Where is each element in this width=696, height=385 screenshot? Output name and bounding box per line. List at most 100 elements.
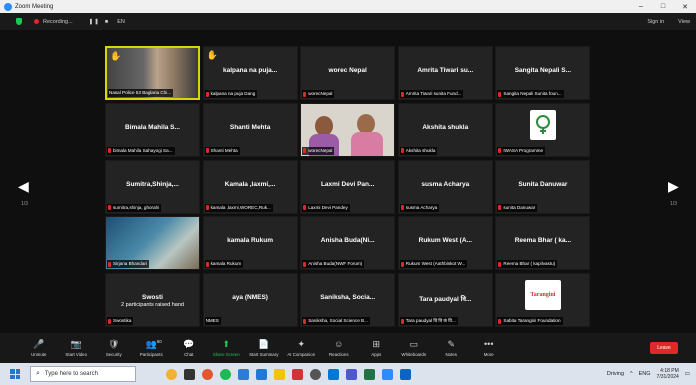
participant-tile[interactable]: Kamala ,laxmi,... kamala ,laxmi,WOREC,Ruk…	[202, 159, 298, 214]
participant-tile[interactable]: aya (NMES) NMES	[202, 273, 298, 328]
participant-tile[interactable]: ✋ Nasal Police 53 Baglaria Chi...	[105, 46, 200, 100]
muted-mic-icon	[498, 148, 502, 154]
chat-button[interactable]: 💬 Chat	[170, 338, 208, 358]
previous-page-icon[interactable]: ◀	[18, 178, 29, 195]
excel-app-icon[interactable]	[364, 368, 375, 380]
apps-button[interactable]: ⊞ Apps	[358, 339, 396, 358]
pause-recording-button[interactable]: ❚❚	[89, 19, 100, 25]
language-button[interactable]: EN	[117, 19, 125, 25]
clock[interactable]: 4:18 PM 7/31/2024	[657, 368, 679, 380]
participant-tile[interactable]: kamala Rukum kamala Rukum	[202, 216, 298, 271]
clock-date: 7/31/2024	[656, 374, 679, 380]
record-dot-icon	[34, 19, 39, 24]
participant-tile[interactable]: Sunita Danuwar sunita Danuwar	[495, 159, 591, 214]
windows-taskbar: ⌕ Type here to search Driving ^ ENG 4:18…	[0, 363, 696, 385]
language-indicator[interactable]: ENG	[639, 371, 651, 377]
share-screen-button[interactable]: ⬆ Share Screen	[208, 338, 246, 358]
participant-tile[interactable]: Rukum West (A... Rukum West (Aathbiskot W…	[397, 216, 493, 271]
muted-mic-icon	[108, 148, 111, 154]
outlook-app-icon[interactable]	[400, 368, 411, 380]
muted-mic-icon	[205, 261, 209, 267]
participant-tile[interactable]: Bimala Mahila S... bimala Mahila Sahayogi…	[105, 102, 200, 157]
participant-tile[interactable]: Sumitra,Shinja,... sumitra,shinja, ghorah…	[105, 159, 200, 214]
muted-mic-icon	[400, 91, 404, 97]
security-shield-icon[interactable]	[16, 18, 22, 25]
chrome-app-icon[interactable]	[220, 368, 231, 380]
next-page-icon[interactable]: ▶	[668, 178, 679, 195]
more-button[interactable]: ••• More	[470, 339, 508, 357]
teams-app-icon[interactable]	[346, 368, 357, 380]
participant-tile[interactable]: Amrita Tiwari su... Amrita Tiwari sunita …	[397, 46, 493, 100]
chat-icon: 💬	[183, 338, 195, 349]
raised-hand-icon: ✋	[110, 51, 122, 61]
windows-start-icon[interactable]	[10, 369, 20, 379]
participant-tile[interactable]: Saniksha, Socia... Saniksha, Social Scien…	[300, 273, 396, 328]
participants-button[interactable]: 👥 60 Participants	[133, 339, 171, 358]
files-app-icon[interactable]	[274, 368, 285, 380]
participant-tile[interactable]: IWASA Programme	[495, 102, 591, 157]
notifications-icon[interactable]: ▭	[685, 371, 690, 377]
video-button[interactable]: 📷 Start Video	[58, 339, 96, 358]
participant-tile[interactable]: Sangita Nepali S... Sangita Nepali Sunita…	[495, 46, 591, 100]
participant-label-text: Sangita Nepali Sunita foun...	[503, 91, 562, 96]
participant-tile[interactable]: worecNepal	[300, 102, 396, 157]
leave-button[interactable]: Leave	[650, 342, 678, 354]
powerpoint-app-icon[interactable]	[292, 368, 303, 380]
muted-mic-icon	[205, 205, 209, 211]
meeting-topbar: Recording... ❚❚ ■ EN Sign in View	[0, 13, 696, 30]
reactions-button[interactable]: ☺ Reactions	[320, 339, 358, 357]
participant-tile[interactable]: Reema Bhar ( ka... Reema Bhar ( kapilvast…	[495, 216, 591, 271]
participant-tile[interactable]: Laxmi Devi Pan... Laxmi Devi Pandey	[300, 159, 396, 214]
participant-tile[interactable]: susma Acharya susma Acharya	[397, 159, 493, 214]
participant-label: kamala Rukum	[204, 260, 244, 269]
taskbar-search-box[interactable]: ⌕ Type here to search	[30, 366, 136, 382]
minimize-button[interactable]: –	[630, 3, 652, 11]
summary-button[interactable]: 📄 Start Summary	[245, 339, 283, 358]
settings-app-icon[interactable]	[310, 368, 321, 380]
participant-tile[interactable]: Tarangini Sabita Tarangini Foundation	[495, 273, 591, 328]
share-screen-icon: ⬆	[222, 338, 231, 349]
notes-button[interactable]: ✎ Notes	[433, 339, 471, 358]
view-button[interactable]: View	[678, 19, 690, 25]
muted-mic-icon	[498, 261, 502, 267]
participant-label: Laxmi Devi Pandey	[302, 203, 350, 212]
participant-tile[interactable]: Anisha Buda(Ni... Anisha Buda(NWF Forum)	[300, 216, 396, 271]
taskbar-apps	[166, 368, 411, 380]
participant-tile[interactable]: worec Nepal worecNepal	[300, 46, 396, 100]
participant-tile[interactable]: Shanti Mehta Shanti Mehta	[202, 102, 298, 157]
participant-label-text: worecNepal	[308, 147, 333, 153]
participant-tile[interactable]: ✋ kalpana na puja... kalpana na puja Dang	[202, 46, 298, 100]
participant-tile[interactable]: Tara paudyal वि... Tara paudyal वि वि कं …	[397, 273, 493, 328]
word-app-icon[interactable]	[238, 368, 249, 380]
participant-label-text: Shanti Mehta	[210, 147, 238, 153]
zoom-app-icon[interactable]	[382, 368, 393, 380]
participant-tile[interactable]: Sirjana Bhandari	[105, 216, 200, 271]
weather-status[interactable]: Driving	[607, 371, 624, 377]
maximize-button[interactable]: □	[652, 3, 674, 11]
participant-label-text: worecNepal	[308, 91, 333, 96]
participant-name: Amrita Tiwari su...	[417, 67, 474, 74]
browser-app-icon[interactable]	[202, 368, 213, 380]
whiteboards-button[interactable]: ▭ Whiteboards	[395, 339, 433, 358]
tray-chevron-icon[interactable]: ^	[630, 371, 633, 377]
participant-label-text: Laxmi Devi Pandey	[308, 204, 348, 210]
toolbar-label: Apps	[371, 352, 382, 357]
task-view-icon[interactable]	[184, 368, 195, 380]
participant-tile[interactable]: Swosti 2 participants raised hand Swostika	[105, 273, 200, 328]
participant-tile[interactable]: Akshita shukla Akshita shukla	[397, 102, 493, 157]
ai-companion-button[interactable]: ✦ AI Companion	[283, 339, 321, 358]
close-button[interactable]: ✕	[674, 3, 696, 11]
meeting-toolbar: 🎤 Unmute 📷 Start Video 🛡 Security 👥 60 Participa…	[0, 333, 696, 363]
edge-app-icon[interactable]	[256, 368, 267, 380]
mail-app-icon[interactable]	[328, 368, 339, 380]
mic-button[interactable]: 🎤 Unmute	[20, 339, 58, 358]
weather-app-icon[interactable]	[166, 368, 177, 380]
security-button[interactable]: 🛡 Security	[95, 339, 133, 358]
participant-label-text: Anisha Buda(NWF Forum)	[308, 261, 363, 267]
participant-label: NMES	[204, 317, 221, 326]
stop-recording-button[interactable]: ■	[105, 19, 109, 25]
participant-name: worec Nepal	[328, 67, 367, 74]
participant-label-text: Swostika	[113, 318, 132, 324]
participant-name: Bimala Mahila S...	[125, 123, 180, 131]
sign-in-link[interactable]: Sign in	[647, 19, 664, 25]
